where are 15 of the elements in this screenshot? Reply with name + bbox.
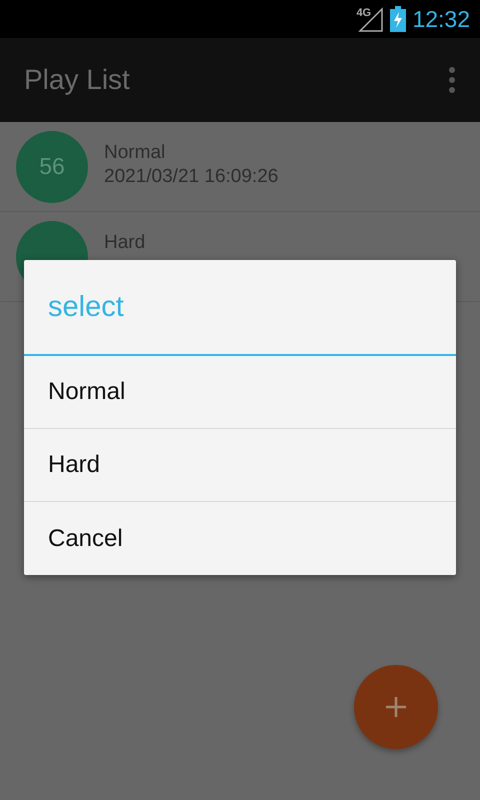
score-avatar: 56 (16, 130, 88, 202)
clock: 12:32 (412, 6, 470, 32)
battery-icon (390, 6, 406, 32)
date-label: 2021/03/21 16:09:26 (104, 166, 278, 188)
dialog-title: select (24, 260, 456, 356)
app-title: Play List (24, 64, 130, 96)
network-label: 4G (356, 7, 372, 19)
dialog-option[interactable]: Cancel (24, 502, 456, 575)
plus-icon (384, 695, 408, 719)
dialog-option[interactable]: Normal (24, 356, 456, 429)
mode-label: Normal (104, 142, 166, 164)
signal-icon (356, 5, 384, 33)
dialog-option[interactable]: Hard (24, 429, 456, 502)
mode-label: Hard (104, 232, 146, 254)
overflow-menu-icon[interactable] (448, 67, 456, 93)
